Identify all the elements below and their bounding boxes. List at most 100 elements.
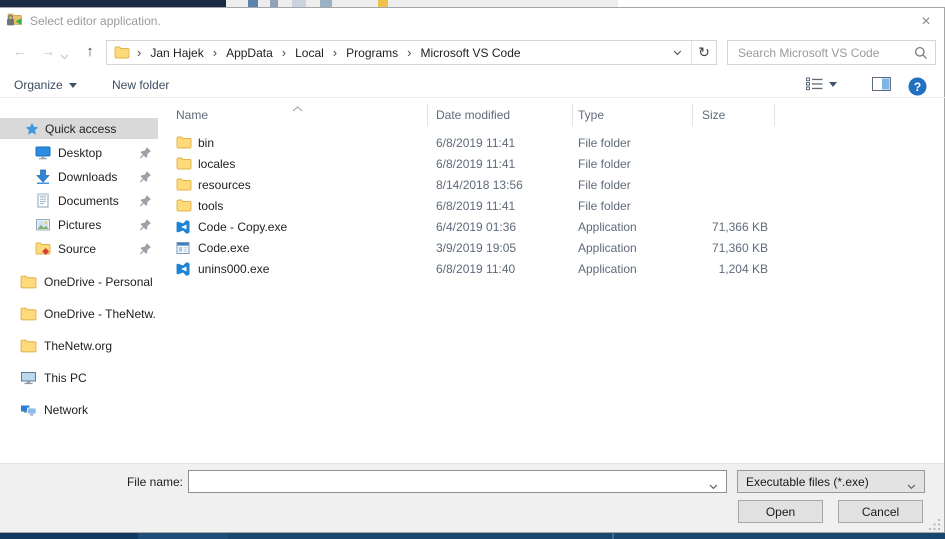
folder-icon xyxy=(176,178,192,194)
preview-pane-button[interactable] xyxy=(872,77,891,91)
search-box[interactable] xyxy=(727,40,936,65)
file-name: resources xyxy=(198,178,251,192)
sidebar-item-label: Network xyxy=(44,403,88,417)
sidebar-item-source[interactable]: Source xyxy=(0,238,158,259)
organize-dropdown-icon xyxy=(69,83,77,88)
address-folder-icon xyxy=(114,46,130,59)
quick-access-star-icon xyxy=(25,122,39,136)
details-view-icon xyxy=(806,77,823,91)
column-divider[interactable] xyxy=(774,104,775,126)
sidebar-item-desktop[interactable]: Desktop xyxy=(0,142,158,163)
column-header-date-modified[interactable]: Date modified xyxy=(436,108,510,122)
search-icon[interactable] xyxy=(914,46,928,63)
column-header-type[interactable]: Type xyxy=(578,108,604,122)
breadcrumb-separator: › xyxy=(130,45,148,60)
sidebar-item-pictures[interactable]: Pictures xyxy=(0,214,158,235)
search-input[interactable] xyxy=(736,42,912,63)
taskbar-fragment xyxy=(138,533,228,539)
file-type: Application xyxy=(578,220,637,234)
breadcrumb-item[interactable]: Microsoft VS Code xyxy=(419,46,523,60)
sidebar-item-documents[interactable]: Documents xyxy=(0,190,158,211)
folder-icon xyxy=(176,157,192,173)
downloads-icon xyxy=(35,169,51,184)
breadcrumb-item[interactable]: Programs xyxy=(344,46,400,60)
file-row-resources[interactable]: resources 8/14/2018 13:56 File folder xyxy=(166,175,786,196)
file-name-dropdown-icon[interactable] xyxy=(709,479,718,493)
breadcrumb-item[interactable]: AppData xyxy=(224,46,275,60)
sidebar-item-thenetw-org[interactable]: TheNetw.org xyxy=(0,335,158,356)
background-titlebar-fragment xyxy=(0,0,226,7)
pin-icon xyxy=(139,194,152,210)
vscode-icon xyxy=(176,262,190,279)
svg-text:?: ? xyxy=(914,80,921,94)
file-row-code-copy-exe[interactable]: Code - Copy.exe 6/4/2019 01:36 Applicati… xyxy=(166,217,786,238)
column-header-size[interactable]: Size xyxy=(702,108,725,122)
recent-locations-chevron-icon[interactable] xyxy=(60,49,69,63)
file-name-label: File name: xyxy=(80,475,183,489)
help-button[interactable]: ? xyxy=(908,77,927,96)
sidebar-item-label: Pictures xyxy=(58,218,101,232)
view-options-button[interactable] xyxy=(806,77,837,91)
file-name-input[interactable] xyxy=(195,472,700,491)
folder-icon xyxy=(20,275,37,289)
app-window-icon xyxy=(176,241,190,258)
file-name-combobox[interactable] xyxy=(188,470,727,493)
vscode-icon xyxy=(176,220,190,237)
breadcrumb-separator: › xyxy=(326,45,344,60)
file-type: File folder xyxy=(578,178,631,192)
taskbar-fragment xyxy=(0,533,138,539)
breadcrumb-item[interactable]: Local xyxy=(293,46,326,60)
sidebar-item-network[interactable]: Network xyxy=(0,399,158,420)
pin-icon xyxy=(139,170,152,186)
breadcrumb-separator: › xyxy=(400,45,418,60)
file-date: 6/8/2019 11:41 xyxy=(436,157,515,171)
file-row-locales[interactable]: locales 6/8/2019 11:41 File folder xyxy=(166,154,786,175)
file-row-tools[interactable]: tools 6/8/2019 11:41 File folder xyxy=(166,196,786,217)
column-header-name[interactable]: Name xyxy=(176,108,208,122)
taskbar-fragment xyxy=(612,533,614,539)
file-name: Code - Copy.exe xyxy=(198,220,287,234)
sidebar-item-this-pc[interactable]: This PC xyxy=(0,367,158,388)
file-date: 6/8/2019 11:40 xyxy=(436,262,515,276)
column-divider[interactable] xyxy=(572,104,573,126)
sidebar-item-quick-access[interactable]: Quick access xyxy=(0,118,158,139)
background-window-sliver xyxy=(0,0,945,7)
cancel-button[interactable]: Cancel xyxy=(838,500,923,523)
breadcrumb-separator: › xyxy=(206,45,224,60)
file-type-select[interactable]: Executable files (*.exe) xyxy=(737,470,925,493)
column-divider[interactable] xyxy=(692,104,693,126)
sidebar-item-label: Documents xyxy=(58,194,119,208)
up-button[interactable]: ↑ xyxy=(78,41,102,63)
organize-button[interactable]: Organize xyxy=(14,78,77,92)
breadcrumb-item[interactable]: Jan Hajek xyxy=(148,46,205,60)
icon-fragment xyxy=(292,0,306,7)
sidebar-item-label: Source xyxy=(58,242,96,256)
file-row-bin[interactable]: bin 6/8/2019 11:41 File folder xyxy=(166,133,786,154)
view-options-dropdown-icon xyxy=(829,82,837,87)
file-name: unins000.exe xyxy=(198,262,269,276)
open-button[interactable]: Open xyxy=(738,500,823,523)
icon-fragment xyxy=(248,0,258,7)
forward-button[interactable]: → xyxy=(36,41,60,63)
address-dropdown-chevron-icon[interactable] xyxy=(664,50,691,56)
refresh-button[interactable]: ↻ xyxy=(692,44,716,61)
file-name: locales xyxy=(198,157,235,171)
background-taskbar-sliver xyxy=(0,533,945,539)
pin-icon xyxy=(139,218,152,234)
file-date: 6/8/2019 11:41 xyxy=(436,199,515,213)
organize-label: Organize xyxy=(14,78,63,92)
close-button[interactable]: × xyxy=(910,10,942,34)
sidebar-item-downloads[interactable]: Downloads xyxy=(0,166,158,187)
sidebar-item-label: TheNetw.org xyxy=(44,339,112,353)
back-button[interactable]: ← xyxy=(8,41,32,63)
sidebar-item-label: This PC xyxy=(44,371,87,385)
new-folder-button[interactable]: New folder xyxy=(112,78,169,92)
sidebar-item-onedrive-personal[interactable]: OneDrive - Personal xyxy=(0,271,158,292)
file-type: Application xyxy=(578,241,637,255)
address-bar[interactable]: › Jan Hajek › AppData › Local › Programs… xyxy=(106,40,717,65)
resize-grip[interactable] xyxy=(928,518,941,534)
file-row-code-exe[interactable]: Code.exe 3/9/2019 19:05 Application 71,3… xyxy=(166,238,786,259)
file-row-unins000-exe[interactable]: unins000.exe 6/8/2019 11:40 Application … xyxy=(166,259,786,280)
column-divider[interactable] xyxy=(427,104,428,126)
sidebar-item-onedrive-thenetw[interactable]: OneDrive - TheNetw. xyxy=(0,303,158,324)
